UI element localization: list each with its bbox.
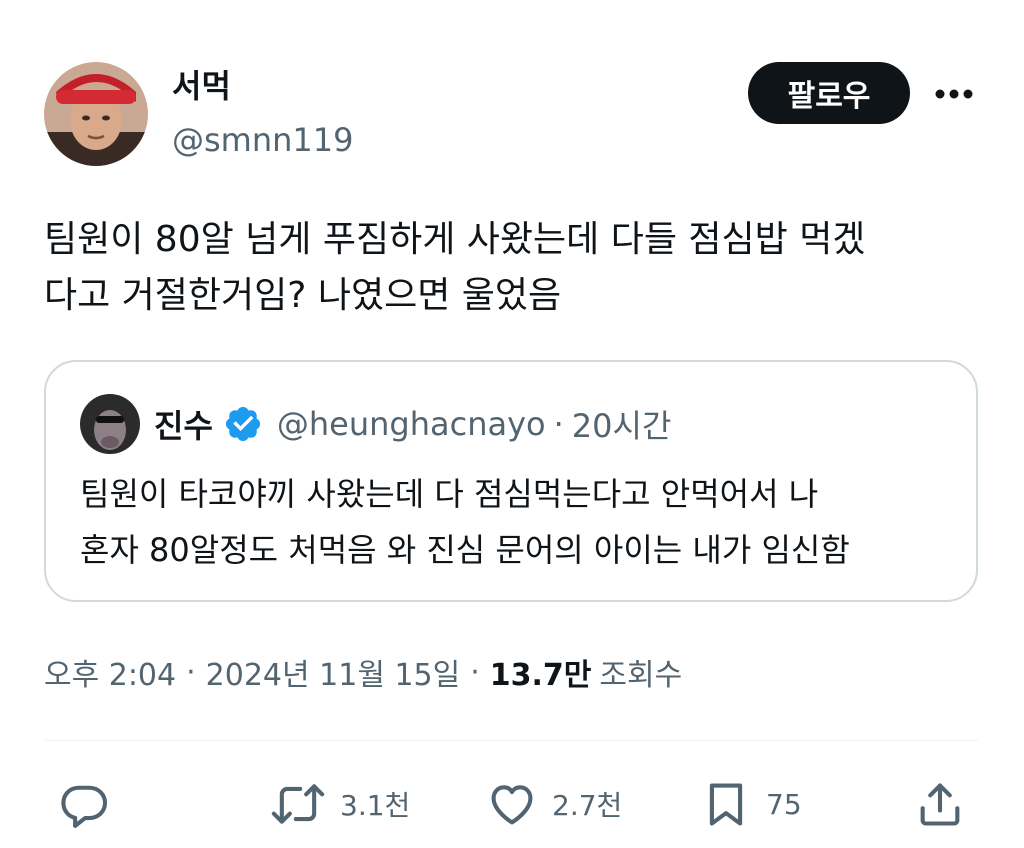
quoted-time[interactable]: 20시간 <box>572 401 672 447</box>
follow-button[interactable]: 팔로우 <box>748 62 910 124</box>
bookmark-icon <box>709 783 743 826</box>
quoted-author-name[interactable]: 진수 <box>154 401 213 447</box>
retweet-count: 3.1천 <box>340 789 411 822</box>
retweet-icon <box>271 784 325 824</box>
tweet-meta: 오후 2:04 · 2024년 11월 15일 · 13.7만 조회수 <box>44 648 682 696</box>
bookmark-button[interactable]: 75 <box>700 778 802 830</box>
more-options-icon[interactable] <box>932 76 976 112</box>
author-display-name[interactable]: 서먹 <box>172 66 231 106</box>
like-button[interactable]: 2.7천 <box>486 778 622 830</box>
tweet-time[interactable]: 오후 2:04 <box>44 650 176 694</box>
bookmark-count: 75 <box>766 787 802 821</box>
views-count: 13.7만 <box>489 658 592 693</box>
verified-badge-icon <box>225 406 260 442</box>
author-avatar[interactable] <box>44 62 148 166</box>
author-handle[interactable]: @smnn119 <box>172 120 353 160</box>
quoted-tweet-card[interactable]: 진수 @heunghacnayo · 20시간 팀원이 타코야끼 사왔는데 다 … <box>44 360 978 602</box>
retweet-button[interactable]: 3.1천 <box>270 778 410 830</box>
views-label: 조회수 <box>599 658 683 693</box>
heart-icon <box>491 785 533 825</box>
quoted-separator: · <box>553 405 564 443</box>
like-count: 2.7천 <box>552 789 623 822</box>
meta-separator: · <box>186 654 196 690</box>
share-icon <box>920 783 960 826</box>
tweet-date[interactable]: 2024년 11월 15일 <box>206 650 461 694</box>
quoted-author-handle[interactable]: @heunghacnayo <box>277 405 546 443</box>
divider <box>44 740 978 741</box>
reply-button[interactable] <box>58 778 124 830</box>
quoted-tweet-text: 팀원이 타코야끼 사왔는데 다 점심먹는다고 안먹어서 나 혼자 80알정도 처… <box>80 475 850 569</box>
reply-icon <box>61 785 108 828</box>
quoted-author-avatar[interactable] <box>80 394 140 454</box>
tweet-text: 팀원이 80알 넘게 푸짐하게 사왔는데 다들 점심밥 먹겠 다고 거절한거임?… <box>44 219 866 316</box>
share-button[interactable] <box>914 778 980 830</box>
meta-separator-2: · <box>470 654 480 690</box>
